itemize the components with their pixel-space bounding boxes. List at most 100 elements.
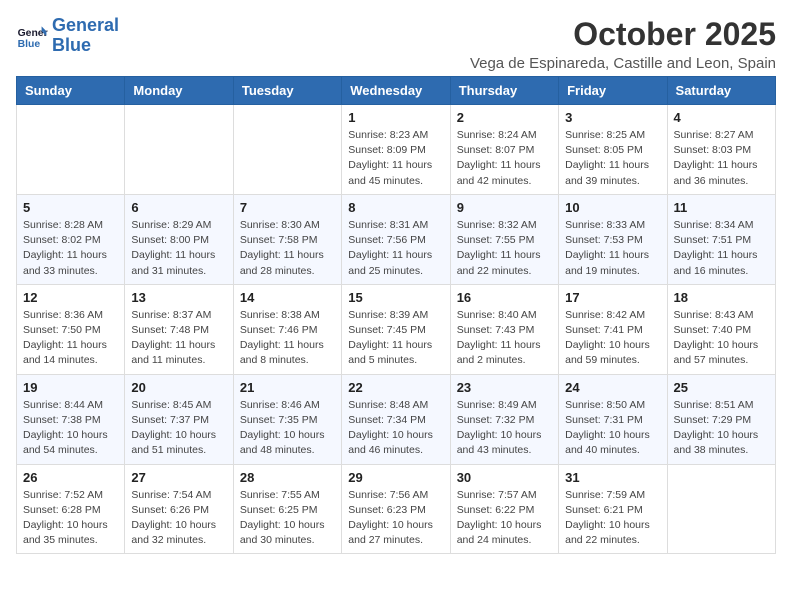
calendar-cell: 21 Sunrise: 8:46 AM Sunset: 7:35 PM Dayli… <box>233 374 341 464</box>
day-info: Sunrise: 8:48 AM Sunset: 7:34 PM Dayligh… <box>348 398 443 459</box>
weekday-header-sunday: Sunday <box>17 77 125 105</box>
calendar-cell: 19 Sunrise: 8:44 AM Sunset: 7:38 PM Dayli… <box>17 374 125 464</box>
day-number: 17 <box>565 290 660 305</box>
weekday-header-wednesday: Wednesday <box>342 77 450 105</box>
day-info: Sunrise: 8:37 AM Sunset: 7:48 PM Dayligh… <box>131 308 226 369</box>
day-info: Sunrise: 8:44 AM Sunset: 7:38 PM Dayligh… <box>23 398 118 459</box>
day-number: 9 <box>457 200 552 215</box>
day-number: 10 <box>565 200 660 215</box>
logo-line1: General <box>52 15 119 35</box>
day-number: 5 <box>23 200 118 215</box>
calendar-cell: 13Sunrise: 8:37 AM Sunset: 7:48 PM Dayli… <box>125 284 233 374</box>
day-info: Sunrise: 8:32 AM Sunset: 7:55 PM Dayligh… <box>457 218 552 279</box>
calendar-cell: 26Sunrise: 7:52 AM Sunset: 6:28 PM Dayli… <box>17 464 125 554</box>
day-info: Sunrise: 7:55 AM Sunset: 6:25 PM Dayligh… <box>240 488 335 549</box>
calendar-cell: 28 Sunrise: 7:55 AM Sunset: 6:25 PM Dayli… <box>233 464 341 554</box>
day-number: 24 <box>565 380 660 395</box>
calendar-cell: 11 Sunrise: 8:34 AM Sunset: 7:51 PM Dayli… <box>667 194 775 284</box>
week-row-2: 5 Sunrise: 8:28 AM Sunset: 8:02 PM Daylig… <box>17 194 776 284</box>
location-title: Vega de Espinareda, Castille and Leon, S… <box>470 55 776 72</box>
calendar-cell: 12 Sunrise: 8:36 AM Sunset: 7:50 PM Dayli… <box>17 284 125 374</box>
week-row-5: 26Sunrise: 7:52 AM Sunset: 6:28 PM Dayli… <box>17 464 776 554</box>
day-number: 7 <box>240 200 335 215</box>
weekday-header-friday: Friday <box>559 77 667 105</box>
logo-icon: General Blue <box>16 20 48 52</box>
day-number: 30 <box>457 470 552 485</box>
calendar-table: SundayMondayTuesdayWednesdayThursdayFrid… <box>16 76 776 554</box>
calendar-cell: 14Sunrise: 8:38 AM Sunset: 7:46 PM Dayli… <box>233 284 341 374</box>
logo: General Blue General Blue <box>16 16 119 56</box>
day-number: 21 <box>240 380 335 395</box>
page-header: General Blue General Blue October 2025 V… <box>16 16 776 72</box>
calendar-cell <box>17 105 125 195</box>
day-number: 23 <box>457 380 552 395</box>
day-info: Sunrise: 8:49 AM Sunset: 7:32 PM Dayligh… <box>457 398 552 459</box>
day-info: Sunrise: 8:34 AM Sunset: 7:51 PM Dayligh… <box>674 218 769 279</box>
day-info: Sunrise: 8:39 AM Sunset: 7:45 PM Dayligh… <box>348 308 443 369</box>
calendar-cell <box>667 464 775 554</box>
day-info: Sunrise: 8:27 AM Sunset: 8:03 PM Dayligh… <box>674 128 769 189</box>
calendar-cell: 7 Sunrise: 8:30 AM Sunset: 7:58 PM Daylig… <box>233 194 341 284</box>
weekday-header-saturday: Saturday <box>667 77 775 105</box>
calendar-cell: 29 Sunrise: 7:56 AM Sunset: 6:23 PM Dayli… <box>342 464 450 554</box>
calendar-cell: 5 Sunrise: 8:28 AM Sunset: 8:02 PM Daylig… <box>17 194 125 284</box>
day-info: Sunrise: 8:30 AM Sunset: 7:58 PM Dayligh… <box>240 218 335 279</box>
day-info: Sunrise: 7:57 AM Sunset: 6:22 PM Dayligh… <box>457 488 552 549</box>
calendar-cell: 17Sunrise: 8:42 AM Sunset: 7:41 PM Dayli… <box>559 284 667 374</box>
day-number: 27 <box>131 470 226 485</box>
weekday-header-thursday: Thursday <box>450 77 558 105</box>
calendar-cell: 1 Sunrise: 8:23 AM Sunset: 8:09 PM Daylig… <box>342 105 450 195</box>
calendar-cell: 6 Sunrise: 8:29 AM Sunset: 8:00 PM Daylig… <box>125 194 233 284</box>
day-info: Sunrise: 8:23 AM Sunset: 8:09 PM Dayligh… <box>348 128 443 189</box>
month-title: October 2025 <box>470 16 776 53</box>
weekday-header-row: SundayMondayTuesdayWednesdayThursdayFrid… <box>17 77 776 105</box>
day-number: 22 <box>348 380 443 395</box>
calendar-cell: 30 Sunrise: 7:57 AM Sunset: 6:22 PM Dayli… <box>450 464 558 554</box>
day-info: Sunrise: 7:56 AM Sunset: 6:23 PM Dayligh… <box>348 488 443 549</box>
day-number: 1 <box>348 110 443 125</box>
day-info: Sunrise: 8:36 AM Sunset: 7:50 PM Dayligh… <box>23 308 118 369</box>
day-info: Sunrise: 8:40 AM Sunset: 7:43 PM Dayligh… <box>457 308 552 369</box>
day-number: 18 <box>674 290 769 305</box>
calendar-cell: 2 Sunrise: 8:24 AM Sunset: 8:07 PM Daylig… <box>450 105 558 195</box>
day-info: Sunrise: 8:38 AM Sunset: 7:46 PM Dayligh… <box>240 308 335 369</box>
calendar-cell: 4 Sunrise: 8:27 AM Sunset: 8:03 PM Daylig… <box>667 105 775 195</box>
day-number: 6 <box>131 200 226 215</box>
logo-line2: Blue <box>52 35 91 55</box>
day-number: 19 <box>23 380 118 395</box>
day-number: 20 <box>131 380 226 395</box>
day-info: Sunrise: 8:51 AM Sunset: 7:29 PM Dayligh… <box>674 398 769 459</box>
day-number: 8 <box>348 200 443 215</box>
day-number: 28 <box>240 470 335 485</box>
weekday-header-tuesday: Tuesday <box>233 77 341 105</box>
svg-text:Blue: Blue <box>18 39 41 50</box>
calendar-cell: 9 Sunrise: 8:32 AM Sunset: 7:55 PM Daylig… <box>450 194 558 284</box>
day-info: Sunrise: 8:43 AM Sunset: 7:40 PM Dayligh… <box>674 308 769 369</box>
week-row-3: 12 Sunrise: 8:36 AM Sunset: 7:50 PM Dayli… <box>17 284 776 374</box>
day-number: 4 <box>674 110 769 125</box>
day-number: 12 <box>23 290 118 305</box>
calendar-cell: 25 Sunrise: 8:51 AM Sunset: 7:29 PM Dayli… <box>667 374 775 464</box>
day-info: Sunrise: 8:31 AM Sunset: 7:56 PM Dayligh… <box>348 218 443 279</box>
calendar-cell <box>233 105 341 195</box>
day-info: Sunrise: 8:45 AM Sunset: 7:37 PM Dayligh… <box>131 398 226 459</box>
day-number: 2 <box>457 110 552 125</box>
day-info: Sunrise: 8:24 AM Sunset: 8:07 PM Dayligh… <box>457 128 552 189</box>
day-info: Sunrise: 7:54 AM Sunset: 6:26 PM Dayligh… <box>131 488 226 549</box>
day-info: Sunrise: 8:28 AM Sunset: 8:02 PM Dayligh… <box>23 218 118 279</box>
day-number: 29 <box>348 470 443 485</box>
day-info: Sunrise: 8:33 AM Sunset: 7:53 PM Dayligh… <box>565 218 660 279</box>
calendar-cell: 15Sunrise: 8:39 AM Sunset: 7:45 PM Dayli… <box>342 284 450 374</box>
weekday-header-monday: Monday <box>125 77 233 105</box>
day-info: Sunrise: 8:50 AM Sunset: 7:31 PM Dayligh… <box>565 398 660 459</box>
day-number: 11 <box>674 200 769 215</box>
day-number: 31 <box>565 470 660 485</box>
week-row-4: 19 Sunrise: 8:44 AM Sunset: 7:38 PM Dayli… <box>17 374 776 464</box>
day-info: Sunrise: 8:29 AM Sunset: 8:00 PM Dayligh… <box>131 218 226 279</box>
calendar-cell: 10 Sunrise: 8:33 AM Sunset: 7:53 PM Dayli… <box>559 194 667 284</box>
calendar-cell: 18 Sunrise: 8:43 AM Sunset: 7:40 PM Dayli… <box>667 284 775 374</box>
day-info: Sunrise: 7:52 AM Sunset: 6:28 PM Dayligh… <box>23 488 118 549</box>
day-info: Sunrise: 8:46 AM Sunset: 7:35 PM Dayligh… <box>240 398 335 459</box>
day-number: 25 <box>674 380 769 395</box>
calendar-cell: 24 Sunrise: 8:50 AM Sunset: 7:31 PM Dayli… <box>559 374 667 464</box>
